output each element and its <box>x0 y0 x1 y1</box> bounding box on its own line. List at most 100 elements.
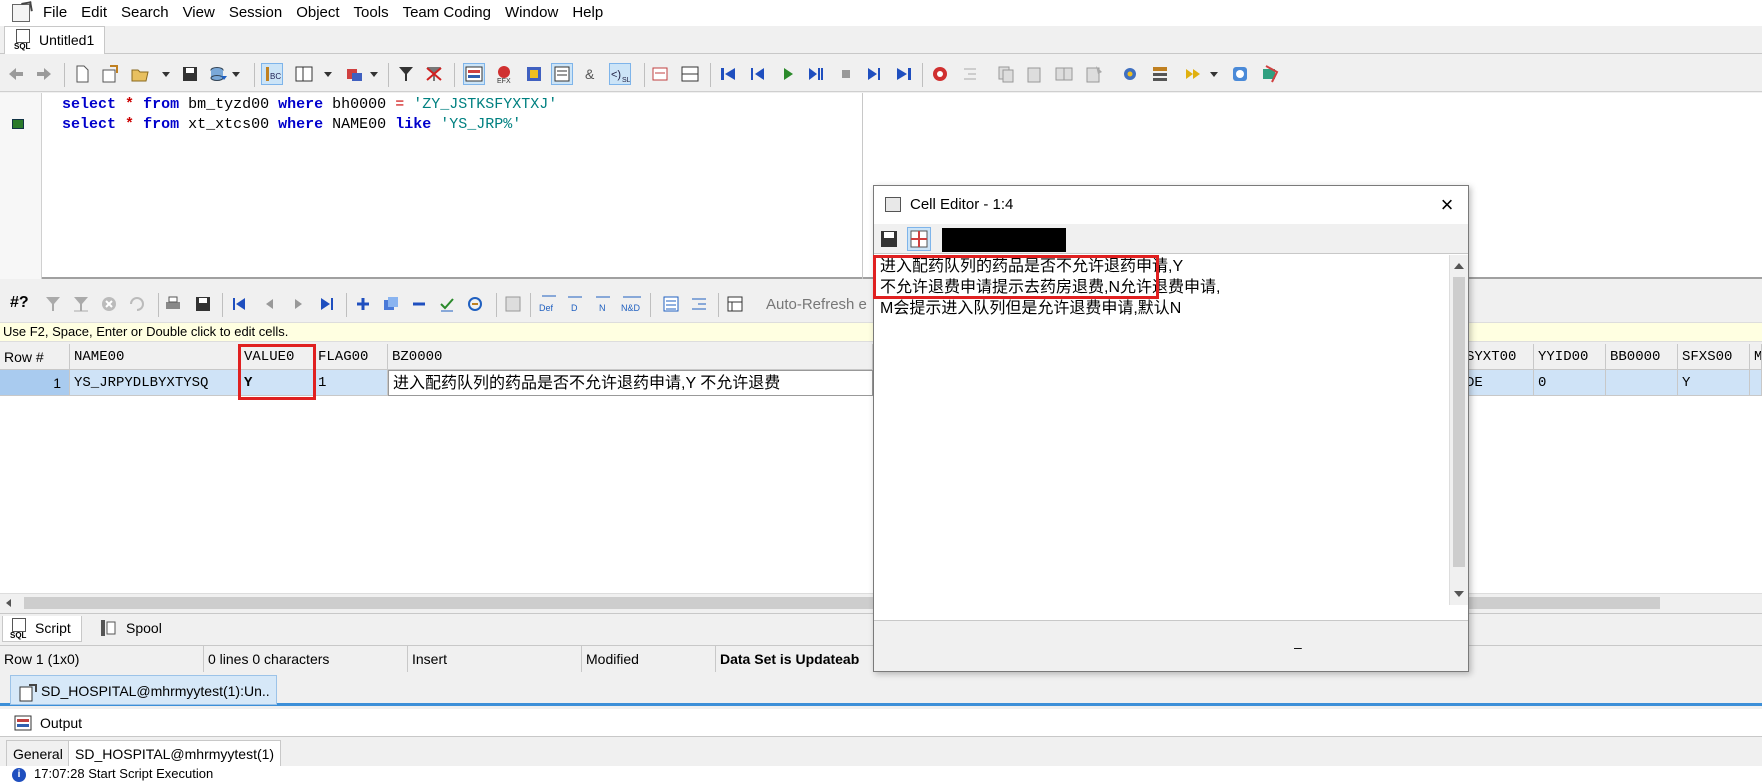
help-icon[interactable] <box>1230 64 1250 84</box>
menu-window[interactable]: Window <box>498 0 565 26</box>
print-icon[interactable] <box>164 295 182 313</box>
run-to-cursor-icon[interactable] <box>806 64 826 84</box>
duplicate-record-icon[interactable] <box>382 295 400 313</box>
scroll-left-icon[interactable] <box>6 599 11 607</box>
tab-script[interactable]: SQL Script <box>2 616 82 642</box>
last-step-icon[interactable] <box>894 64 914 84</box>
nd-filter-icon[interactable]: N&D <box>620 295 644 313</box>
menu-edit[interactable]: Edit <box>74 0 114 26</box>
d-filter-icon[interactable]: D <box>566 295 584 313</box>
cell-bb0000[interactable] <box>1606 370 1678 396</box>
forward-arrow-icon[interactable] <box>34 64 54 84</box>
menu-file[interactable]: File <box>36 0 74 26</box>
n-filter-icon[interactable]: N <box>594 295 612 313</box>
menu-view[interactable]: View <box>176 0 222 26</box>
execute-to-grid-icon[interactable] <box>463 63 485 85</box>
open-folder-icon[interactable] <box>130 64 150 84</box>
explain-plan-icon[interactable]: EFX <box>494 64 514 85</box>
paste-icon[interactable] <box>1024 64 1044 84</box>
tab-spool[interactable]: Spool <box>94 616 172 642</box>
code-line-2[interactable]: select * from xt_xtcs00 where NAME00 lik… <box>62 115 521 135</box>
column-header-m[interactable]: M <box>1750 344 1762 370</box>
cell-m[interactable] <box>1750 370 1762 396</box>
toad-app-icon[interactable] <box>12 4 30 22</box>
column-header-flag00[interactable]: FLAG00 <box>314 344 388 370</box>
prior-record-icon[interactable] <box>260 295 278 313</box>
word-wrap-icon[interactable] <box>907 227 931 251</box>
close-icon[interactable]: × <box>1434 192 1460 218</box>
compare-icon[interactable] <box>1054 64 1074 84</box>
code-completion-icon[interactable]: BC <box>261 63 283 85</box>
gear-tools-icon[interactable] <box>1120 64 1140 84</box>
view-dropdown-icon[interactable] <box>324 72 332 77</box>
save-dropdown-icon[interactable] <box>232 72 240 77</box>
sql-script-icon[interactable]: <) SL <box>609 63 631 85</box>
object-icon[interactable] <box>344 64 364 84</box>
output-tab-general[interactable]: General <box>6 740 70 766</box>
column-header-syxt00[interactable]: SYXT00 <box>1462 344 1534 370</box>
menu-team-coding[interactable]: Team Coding <box>396 0 498 26</box>
post-edit-icon[interactable] <box>438 295 456 313</box>
fast-forward-icon[interactable] <box>1184 64 1204 84</box>
toggle-panel-icon[interactable] <box>680 64 700 84</box>
cell-name00[interactable]: YS_JRPYDLBYXTYSQ <box>70 370 240 396</box>
stop-icon[interactable] <box>836 64 856 84</box>
menu-object[interactable]: Object <box>289 0 346 26</box>
cell-editor-titlebar[interactable]: Cell Editor - 1:4 × <box>874 186 1468 224</box>
next-record-icon[interactable] <box>290 295 308 313</box>
menu-tools[interactable]: Tools <box>347 0 396 26</box>
column-header-bb0000[interactable]: BB0000 <box>1606 344 1678 370</box>
filter-disabled-icon[interactable] <box>44 295 62 313</box>
indent-icon[interactable] <box>960 64 980 84</box>
bind-variable-icon[interactable]: & <box>582 64 602 84</box>
menu-session[interactable]: Session <box>222 0 289 26</box>
step-over-icon[interactable] <box>864 64 884 84</box>
column-header-row-num[interactable]: Row # <box>0 344 70 370</box>
copy-icon[interactable] <box>996 64 1016 84</box>
column-header-bz0000[interactable]: BZ0000 <box>388 344 873 370</box>
split-view-icon[interactable] <box>294 64 314 84</box>
transaction-icon[interactable] <box>650 64 670 84</box>
insert-record-icon[interactable] <box>354 295 372 313</box>
cell-save-icon[interactable] <box>880 230 898 248</box>
editor-splitter[interactable] <box>862 93 863 279</box>
cell-bz0000-editor[interactable]: 进入配药队列的药品是否不允许退药申请,Y 不允许退费 <box>388 370 873 396</box>
edit-doc-icon[interactable] <box>1084 64 1104 84</box>
save-as-icon[interactable] <box>208 64 228 84</box>
step-back-icon[interactable] <box>748 64 768 84</box>
row-number-cell[interactable]: 1 <box>0 370 70 396</box>
connection-tab[interactable]: SD_HOSPITAL@mhrmyytest(1):Un.. <box>10 675 277 705</box>
last-record-icon[interactable] <box>318 295 336 313</box>
code-line-1[interactable]: select * from bm_tyzd00 where bh0000 = '… <box>62 95 557 115</box>
list-icon[interactable] <box>1150 64 1170 84</box>
database-icon[interactable] <box>1260 64 1280 84</box>
cell-editor-scroll-thumb[interactable] <box>1453 277 1465 567</box>
output-tab-connection[interactable]: SD_HOSPITAL@mhrmyytest(1) <box>68 740 282 766</box>
scroll-down-icon[interactable] <box>1454 591 1464 597</box>
layout-icon[interactable] <box>726 295 744 313</box>
first-step-icon[interactable] <box>718 64 738 84</box>
cancel-edit-icon[interactable] <box>466 295 484 313</box>
cell-editor-textarea[interactable]: 进入配药队列的药品是否不允许退药申请,Y 不允许退费申请提示去药房退费,N允许退… <box>873 255 1449 605</box>
grid-hash-label[interactable]: #? <box>10 294 29 312</box>
run-icon[interactable] <box>778 64 798 84</box>
form-view-icon[interactable] <box>690 295 708 313</box>
formatter-icon[interactable] <box>551 63 573 85</box>
grid-options-icon[interactable] <box>524 64 544 84</box>
save-icon[interactable] <box>180 64 200 84</box>
back-arrow-icon[interactable] <box>6 64 26 84</box>
more-dropdown-icon[interactable] <box>1210 72 1218 77</box>
new-window-icon[interactable] <box>100 64 120 84</box>
cell-flag00[interactable]: 1 <box>314 370 388 396</box>
first-record-icon[interactable] <box>230 295 248 313</box>
record-view-icon[interactable] <box>504 295 522 313</box>
tab-untitled1[interactable]: SQL Untitled1 <box>4 26 106 54</box>
column-header-sfxs00[interactable]: SFXS00 <box>1678 344 1750 370</box>
filter-clear-icon[interactable] <box>72 295 90 313</box>
grid-save-icon[interactable] <box>194 295 212 313</box>
new-file-icon[interactable] <box>72 64 92 84</box>
def-filter-icon[interactable]: Def <box>538 295 560 313</box>
column-header-yyid00[interactable]: YYID00 <box>1534 344 1606 370</box>
delete-record-icon[interactable] <box>410 295 428 313</box>
refresh-icon[interactable] <box>128 295 146 313</box>
